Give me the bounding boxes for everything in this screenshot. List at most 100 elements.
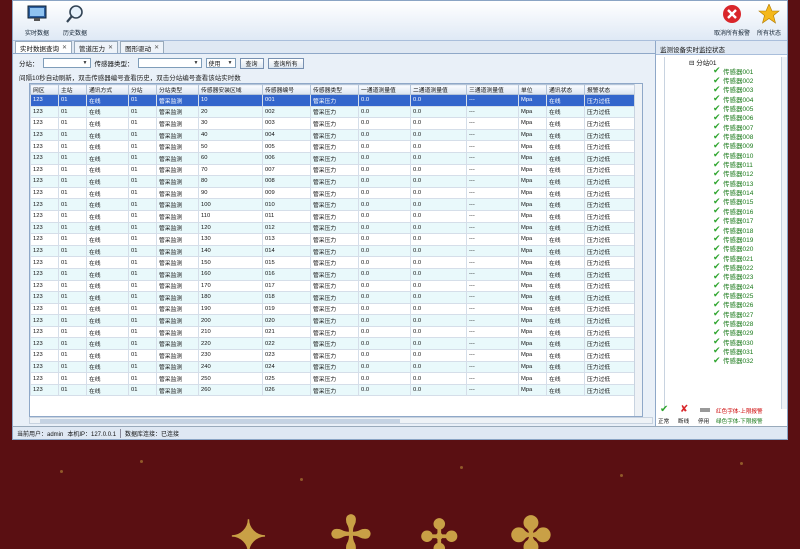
tree-sensor-node[interactable]: ✔ 传感器012 (665, 168, 787, 179)
table-row[interactable]: 123 01 在线 01 管采监测 180 018 管采压力 0.0 0.0 --- Mpa 在线 压力过… (30, 291, 642, 304)
table-cell: 90 (198, 186, 263, 200)
table-row[interactable]: 123 01 在线 01 管采监测 190 019 管采压力 0.0 0.0 --- Mpa 在线 压力过… (30, 302, 642, 316)
table-row[interactable]: 123 01 在线 01 管采监测 70 007 管采压力 0.0 0.0 --- Mpa 在线 压力过低… (30, 163, 642, 177)
tree-sensor-node[interactable]: ✔ 传感器015 (665, 196, 787, 207)
tree-sensor-node[interactable]: ✔ 传感器022 (665, 261, 787, 272)
zone-select[interactable]: ▼ (42, 58, 91, 68)
column-header[interactable]: 单位 (518, 84, 547, 95)
column-header[interactable]: 分站类型 (156, 84, 199, 95)
table-cell: 01 (58, 267, 87, 281)
table-row[interactable]: 123 01 在线 01 管采监测 260 026 管采压力 0.0 0.0 --- Mpa 在线 压力过… (30, 383, 642, 397)
table-row[interactable]: 123 01 在线 01 管采监测 170 017 管采压力 0.0 0.0 --- Mpa 在线 压力过… (30, 279, 642, 293)
tab-graphic[interactable]: 图形驱动 ✕ (120, 41, 165, 53)
close-icon[interactable]: ✕ (154, 44, 159, 51)
table-row[interactable]: 123 01 在线 01 管采监测 220 022 管采压力 0.0 0.0 --- Mpa 在线 压力过… (30, 337, 642, 351)
column-header[interactable]: 传感器安装区域 (198, 84, 263, 95)
table-row[interactable]: 123 01 在线 01 管采监测 210 021 管采压力 0.0 0.0 --- Mpa 在线 压力过… (30, 325, 642, 339)
table-row[interactable]: 123 01 在线 01 管采监测 120 012 管采压力 0.0 0.0 --- Mpa 在线 压力过… (30, 221, 642, 235)
table-row[interactable]: 123 01 在线 01 管采监测 60 006 管采压力 0.0 0.0 --- Mpa 在线 压力过低… (30, 151, 642, 165)
vertical-scrollbar[interactable] (634, 84, 642, 416)
tree-sensor-node[interactable]: ✔ 传感器032 (665, 355, 787, 366)
tree-sensor-node[interactable]: ✔ 传感器017 (665, 215, 787, 226)
tree-sensor-node[interactable]: ✔ 传感器029 (665, 327, 787, 338)
table-row[interactable]: 123 01 在线 01 管采监测 110 011 管采压力 0.0 0.0 --- Mpa 在线 压力过… (30, 209, 642, 223)
sensor-type-select[interactable]: ▼ (137, 58, 202, 68)
column-header[interactable]: 网区 (30, 84, 59, 95)
tree-sensor-node[interactable]: ✔ 传感器006 (665, 112, 787, 123)
table-cell: 240 (198, 360, 263, 374)
tree-sensor-node[interactable]: ✔ 传感器004 (665, 93, 787, 104)
tree-sensor-node[interactable]: ✔ 传感器016 (665, 205, 787, 216)
table-cell: 在线 (546, 383, 585, 397)
all-status-button[interactable]: 所有状态 (751, 3, 787, 38)
table-row[interactable]: 123 01 在线 01 管采监测 150 015 管采压力 0.0 0.0 --- Mpa 在线 压力过… (30, 256, 642, 269)
tree-sensor-node[interactable]: ✔ 传感器024 (665, 280, 787, 291)
table-row[interactable]: 123 01 在线 01 管采监测 160 016 管采压力 0.0 0.0 --- Mpa 在线 压力过… (30, 267, 642, 281)
close-icon[interactable]: ✕ (108, 44, 113, 51)
column-header[interactable]: 二通道测量值 (410, 84, 467, 95)
tree-sensor-node[interactable]: ✔ 传感器021 (665, 252, 787, 263)
tree-sensor-node[interactable]: ✔ 传感器026 (665, 299, 787, 310)
tree-sensor-node[interactable]: ✔ 传感器003 (665, 84, 787, 95)
table-row[interactable]: 123 01 在线 01 管采监测 90 009 管采压力 0.0 0.0 --- Mpa 在线 压力过低… (30, 186, 642, 200)
query-button[interactable]: 查询 (239, 57, 264, 69)
column-header[interactable]: 传感器编号 (262, 84, 311, 95)
table-row[interactable]: 123 01 在线 01 管采监测 30 003 管采压力 0.0 0.0 --- Mpa 在线 压力过低… (30, 117, 642, 130)
status-select[interactable]: 使用 ▼ (205, 58, 236, 68)
column-header[interactable]: 分站 (128, 84, 157, 95)
tree-sensor-node[interactable]: ✔ 传感器007 (665, 121, 787, 132)
query-all-button[interactable]: 查询所有 (267, 57, 304, 69)
tree-sensor-node[interactable]: ✔ 传感器011 (665, 159, 787, 170)
tree-sensor-node[interactable]: ✔ 传感器028 (665, 317, 787, 328)
tree-sensor-node[interactable]: ✔ 传感器013 (665, 177, 787, 188)
tree-scrollbar[interactable] (781, 57, 787, 409)
table-row[interactable]: 123 01 在线 01 管采监测 130 013 管采压力 0.0 0.0 --- Mpa 在线 压力过… (30, 233, 642, 246)
column-header[interactable]: 一通道测量值 (358, 84, 411, 95)
cancel-alarms-button[interactable]: 取消所有报警 (713, 4, 751, 38)
tree-sensor-node[interactable]: ✔ 传感器010 (665, 149, 787, 160)
close-icon[interactable]: ✕ (62, 44, 67, 51)
table-row[interactable]: 123 01 在线 01 管采监测 230 023 管采压力 0.0 0.0 --- Mpa 在线 压力过… (30, 349, 642, 362)
tab-pipe-pressure[interactable]: 管道压力 ✕ (74, 41, 119, 53)
tree-sensor-node[interactable]: ✔ 传感器018 (665, 224, 787, 235)
tree-sensor-node[interactable]: ✔ 传感器030 (665, 336, 787, 347)
tree-sensor-node[interactable]: ✔ 传感器002 (665, 75, 787, 86)
horizontal-scrollbar[interactable] (29, 417, 653, 424)
table-row[interactable]: 123 01 在线 01 管采监测 50 005 管采压力 0.0 0.0 --- Mpa 在线 压力过低… (30, 140, 642, 153)
tree-sensor-node[interactable]: ✔ 传感器005 (665, 103, 787, 114)
data-grid[interactable]: 网区 主站 通讯方式 分站 分站类型 传感器安装区域 传感器编号 传感器类型 一通道测量值 二通道… (29, 83, 643, 417)
table-cell: 123 (30, 221, 59, 235)
table-row[interactable]: 123 01 在线 01 管采监测 10 001 管采压力 0.0 0.0 --- Mpa 在线 压力过低… (30, 94, 642, 107)
column-header[interactable]: 传感器类型 (310, 84, 359, 95)
tree-sensor-node[interactable]: ✔ 传感器023 (665, 271, 787, 282)
column-header[interactable]: 报警状态 (584, 84, 639, 95)
tree-sensor-node[interactable]: ✔ 传感器020 (665, 243, 787, 254)
tree-sensor-node[interactable]: ✔ 传感器009 (665, 140, 787, 151)
tree-sensor-node[interactable]: ✔ 传感器001 (665, 65, 787, 76)
table-row[interactable]: 123 01 在线 01 管采监测 240 024 管采压力 0.0 0.0 --- Mpa 在线 压力过… (30, 360, 642, 374)
tree-sensor-node[interactable]: ✔ 传感器019 (665, 233, 787, 244)
column-header[interactable]: 三通道测量值 (466, 84, 519, 95)
table-row[interactable]: 123 01 在线 01 管采监测 40 004 管采压力 0.0 0.0 --- Mpa 在线 压力过低… (30, 128, 642, 142)
scroll-thumb[interactable] (40, 419, 400, 423)
tab-realtime-query[interactable]: 实时数据查询 ✕ (15, 41, 73, 53)
tree-sensor-node[interactable]: ✔ 传感器008 (665, 131, 787, 142)
tree-sensor-node[interactable]: ✔ 传感器027 (665, 308, 787, 319)
tree-sensor-node[interactable]: ✔ 传感器031 (665, 345, 787, 356)
column-header[interactable]: 主站 (58, 84, 87, 95)
history-data-button[interactable]: 历史数据 (57, 4, 93, 38)
column-header[interactable]: 通讯状态 (546, 84, 585, 95)
tree-sensor-node[interactable]: ✔ 传感器025 (665, 289, 787, 300)
tree-sensor-node[interactable]: ✔ 传感器014 (665, 187, 787, 198)
column-header[interactable]: 通讯方式 (86, 84, 129, 95)
table-row[interactable]: 123 01 在线 01 管采监测 80 008 管采压力 0.0 0.0 --- Mpa 在线 压力过低… (30, 175, 642, 188)
table-row[interactable]: 123 01 在线 01 管采监测 200 020 管采压力 0.0 0.0 --- Mpa 在线 压力过… (30, 314, 642, 327)
tree-root-node[interactable]: ⊟ 分站01 (665, 57, 787, 67)
table-cell: 007 (262, 163, 311, 177)
realtime-data-button[interactable]: 实时数据 (19, 4, 55, 38)
table-row[interactable]: 123 01 在线 01 管采监测 100 010 管采压力 0.0 0.0 --- Mpa 在线 压力过… (30, 198, 642, 211)
table-row[interactable]: 123 01 在线 01 管采监测 20 002 管采压力 0.0 0.0 --- Mpa 在线 压力过低… (30, 105, 642, 119)
table-row[interactable]: 123 01 在线 01 管采监测 250 025 管采压力 0.0 0.0 --- Mpa 在线 压力过… (30, 372, 642, 385)
table-row[interactable]: 123 01 在线 01 管采监测 140 014 管采压力 0.0 0.0 --- Mpa 在线 压力过… (30, 244, 642, 258)
table-cell: 123 (30, 302, 59, 316)
